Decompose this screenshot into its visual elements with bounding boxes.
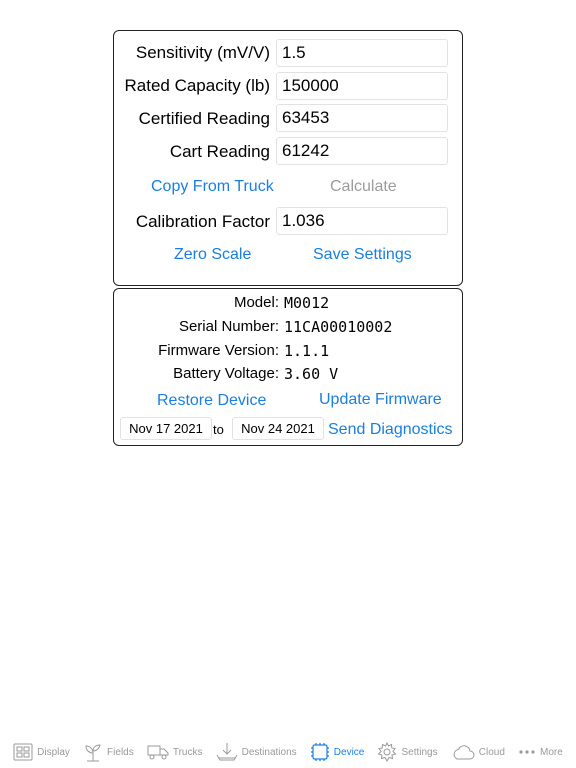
save-settings-button[interactable]: Save Settings bbox=[313, 246, 412, 264]
tab-label: Settings bbox=[401, 746, 438, 758]
calibration-factor-input[interactable] bbox=[276, 207, 448, 235]
calibration-factor-label: Calibration Factor bbox=[135, 212, 270, 231]
tab-device[interactable]: Device bbox=[310, 742, 365, 762]
gear-icon bbox=[377, 742, 397, 762]
sensitivity-label: Sensitivity (mV/V) bbox=[135, 43, 270, 62]
device-info-panel: Model: M0012 Serial Number: 11CA00010002… bbox=[113, 288, 463, 446]
model-value: M0012 bbox=[284, 294, 330, 312]
model-label: Model: bbox=[233, 294, 279, 311]
bottom-tab-bar: Display Fields Trucks Destinations Devic… bbox=[0, 736, 576, 768]
tab-display[interactable]: Display bbox=[13, 743, 70, 761]
firmware-version-value: 1.1.1 bbox=[284, 342, 330, 360]
cloud-icon bbox=[451, 744, 475, 760]
calculate-button[interactable]: Calculate bbox=[330, 178, 397, 196]
tab-trucks[interactable]: Trucks bbox=[147, 744, 203, 760]
display-grid-icon bbox=[13, 743, 33, 761]
plant-icon bbox=[83, 742, 103, 762]
sensitivity-input[interactable] bbox=[276, 39, 448, 67]
download-tray-icon bbox=[216, 742, 238, 762]
rated-capacity-label: Rated Capacity (lb) bbox=[124, 76, 270, 95]
cart-reading-input[interactable] bbox=[276, 137, 448, 165]
tab-label: Fields bbox=[107, 746, 134, 758]
truck-icon bbox=[147, 744, 169, 760]
send-diagnostics-button[interactable]: Send Diagnostics bbox=[328, 421, 453, 439]
serial-number-label: Serial Number: bbox=[178, 318, 279, 335]
chip-icon bbox=[310, 742, 330, 762]
update-firmware-button[interactable]: Update Firmware bbox=[319, 391, 442, 409]
tab-cloud[interactable]: Cloud bbox=[451, 744, 505, 760]
battery-voltage-label: Battery Voltage: bbox=[173, 365, 279, 382]
copy-from-truck-button[interactable]: Copy From Truck bbox=[151, 178, 274, 196]
tab-label: Cloud bbox=[478, 746, 505, 758]
tab-fields[interactable]: Fields bbox=[83, 742, 134, 762]
tab-label: Destinations bbox=[241, 746, 297, 758]
certified-reading-input[interactable] bbox=[276, 104, 448, 132]
certified-reading-label: Certified Reading bbox=[138, 109, 270, 128]
tab-label: More bbox=[540, 746, 563, 758]
tab-destinations[interactable]: Destinations bbox=[216, 742, 297, 762]
restore-device-button[interactable]: Restore Device bbox=[157, 392, 266, 410]
tab-label: Display bbox=[37, 746, 70, 758]
firmware-version-label: Firmware Version: bbox=[158, 342, 279, 359]
rated-capacity-input[interactable] bbox=[276, 72, 448, 100]
diagnostics-start-date[interactable]: Nov 17 2021 bbox=[120, 417, 212, 440]
date-range-separator: to bbox=[213, 422, 224, 437]
tab-settings[interactable]: Settings bbox=[377, 742, 438, 762]
cart-reading-label: Cart Reading bbox=[169, 142, 270, 161]
diagnostics-end-date[interactable]: Nov 24 2021 bbox=[232, 417, 324, 440]
serial-number-value: 11CA00010002 bbox=[284, 318, 393, 336]
tab-label: Trucks bbox=[172, 746, 203, 758]
tab-label: Device bbox=[333, 746, 365, 758]
zero-scale-button[interactable]: Zero Scale bbox=[174, 246, 251, 264]
battery-voltage-value: 3.60 V bbox=[284, 365, 339, 383]
calibration-settings-panel: Sensitivity (mV/V) Rated Capacity (lb) C… bbox=[113, 30, 463, 286]
tab-more[interactable]: More bbox=[518, 747, 563, 758]
more-dots-icon bbox=[518, 749, 536, 755]
